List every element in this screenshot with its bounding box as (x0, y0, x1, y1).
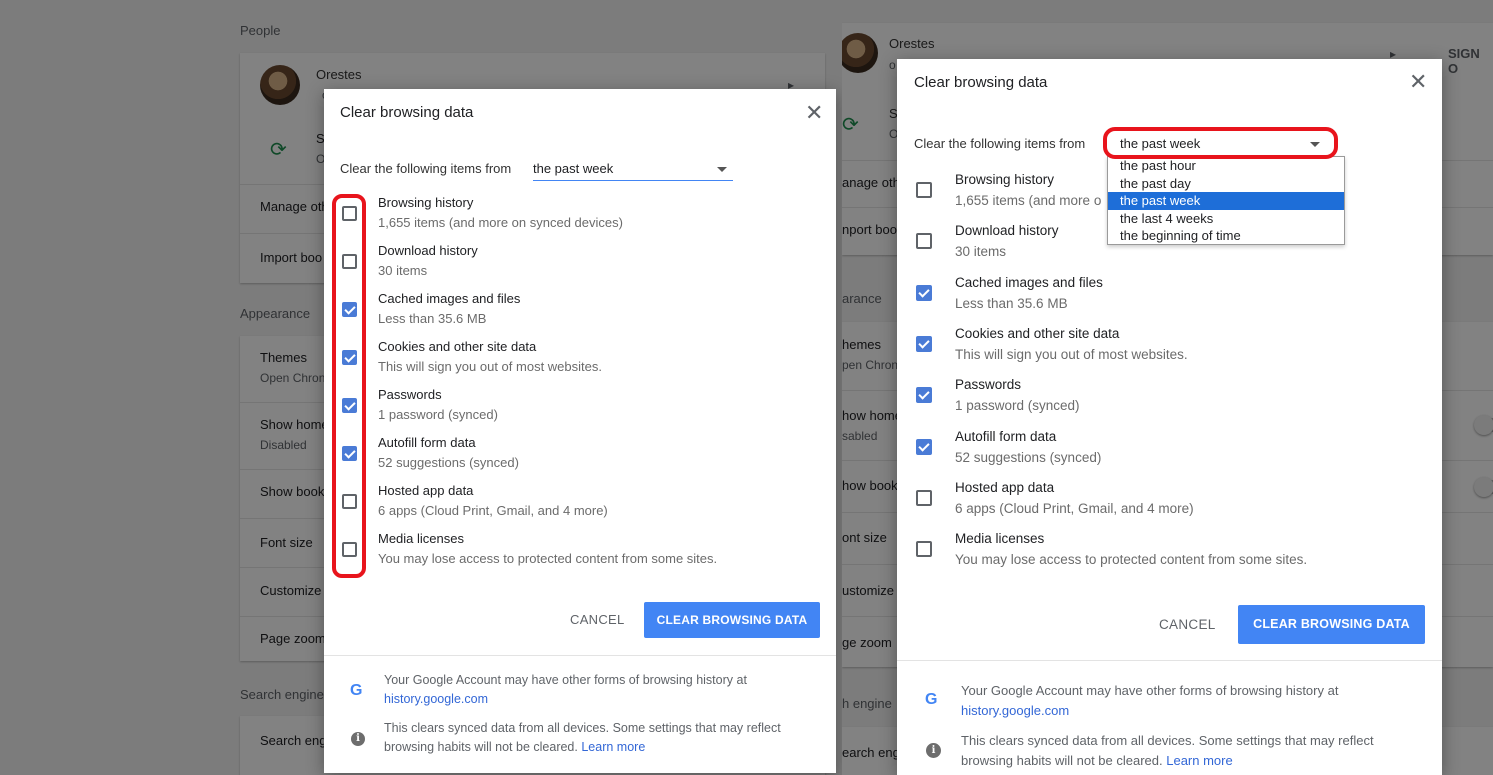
data-type-title: Cached images and files (378, 291, 521, 306)
data-type-subtitle: 52 suggestions (synced) (955, 449, 1102, 465)
data-type-subtitle: 1 password (synced) (378, 407, 498, 422)
data-type-title: Autofill form data (378, 435, 476, 450)
time-range-label: Clear the following items from (340, 161, 512, 176)
clear-browsing-data-button[interactable]: CLEAR BROWSING DATA (1238, 605, 1425, 644)
time-range-value: the past week (533, 161, 614, 176)
time-range-select[interactable]: the past week (533, 161, 733, 181)
time-range-label: Clear the following items from (914, 136, 1086, 151)
data-type-subtitle: 30 items (955, 244, 1007, 260)
data-type-subtitle: 1,655 items (and more o (955, 193, 1102, 208)
dropdown-arrow-icon (1310, 142, 1320, 147)
option-past-day[interactable]: the past day (1108, 175, 1344, 193)
time-range-select[interactable]: the past week (1120, 136, 1328, 156)
account-note-text: Your Google Account may have other forms… (961, 683, 1339, 698)
checkbox[interactable] (342, 350, 357, 365)
data-type-subtitle: You may lose access to protected content… (955, 552, 1308, 568)
clear-browsing-dialog-left: Clear browsing data ✕ Clear the followin… (324, 89, 836, 773)
data-type-title: Hosted app data (955, 479, 1055, 495)
data-type-subtitle: 1 password (synced) (955, 398, 1080, 414)
data-type-title: Media licenses (955, 531, 1045, 547)
learn-more-link[interactable]: Learn more (581, 740, 645, 754)
info-icon: i (926, 743, 941, 758)
sync-note: This clears synced data from all devices… (384, 719, 781, 757)
account-history-note: Your Google Account may have other forms… (384, 671, 747, 709)
clear-browsing-data-button[interactable]: CLEAR BROWSING DATA (644, 602, 820, 638)
sync-note-text-2: browsing habits will not be cleared. (384, 740, 578, 754)
checkbox[interactable] (916, 438, 932, 455)
checkbox[interactable] (342, 446, 357, 461)
data-type-subtitle: 52 suggestions (synced) (378, 455, 519, 470)
data-type-title: Cached images and files (955, 274, 1103, 290)
checkbox[interactable] (342, 254, 357, 269)
info-icon: i (351, 732, 365, 746)
data-type-subtitle: You may lose access to protected content… (378, 551, 718, 566)
history-google-link[interactable]: history.google.com (961, 703, 1069, 718)
checkbox[interactable] (342, 398, 357, 413)
data-type-title: Autofill form data (955, 428, 1057, 444)
google-icon: G (350, 682, 363, 699)
data-type-title: Browsing history (955, 172, 1055, 187)
option-past-hour[interactable]: the past hour (1108, 157, 1344, 175)
checkbox[interactable] (342, 206, 357, 221)
data-type-subtitle: Less than 35.6 MB (955, 295, 1068, 311)
option-past-week[interactable]: the past week (1108, 192, 1344, 210)
dialog-footer: G Your Google Account may have other for… (897, 660, 1442, 775)
dropdown-arrow-icon (717, 167, 727, 172)
data-type-title: Browsing history (378, 195, 474, 210)
history-google-link[interactable]: history.google.com (384, 692, 488, 706)
sync-note-text: This clears synced data from all devices… (384, 721, 781, 735)
account-history-note: Your Google Account may have other forms… (961, 681, 1338, 721)
checkbox[interactable] (916, 233, 932, 250)
data-type-title: Passwords (378, 387, 442, 402)
data-type-subtitle: 1,655 items (and more on synced devices) (378, 215, 623, 230)
option-last-4-weeks[interactable]: the last 4 weeks (1108, 210, 1344, 228)
data-type-subtitle: 6 apps (Cloud Print, Gmail, and 4 more) (955, 500, 1194, 516)
data-type-subtitle: 30 items (378, 263, 428, 278)
data-type-subtitle: 6 apps (Cloud Print, Gmail, and 4 more) (378, 503, 608, 518)
data-type-subtitle: This will sign you out of most websites. (378, 359, 602, 374)
close-icon[interactable]: ✕ (805, 102, 823, 124)
data-type-title: Passwords (955, 377, 1022, 393)
checkbox[interactable] (342, 494, 357, 509)
time-range-value: the past week (1120, 136, 1201, 151)
account-note-text: Your Google Account may have other forms… (384, 673, 747, 687)
cancel-button[interactable]: CANCEL (570, 612, 625, 627)
close-icon[interactable]: ✕ (1409, 71, 1427, 93)
data-type-title: Cookies and other site data (378, 339, 537, 354)
dialog-footer: G Your Google Account may have other for… (324, 655, 836, 773)
checkbox[interactable] (916, 387, 932, 404)
checkbox[interactable] (916, 489, 932, 506)
google-icon: G (925, 691, 938, 708)
data-type-subtitle: Less than 35.6 MB (378, 311, 487, 326)
data-type-title: Cookies and other site data (955, 325, 1120, 341)
checkbox[interactable] (916, 335, 932, 352)
cancel-button[interactable]: CANCEL (1159, 617, 1216, 632)
data-type-title: Download history (955, 223, 1059, 239)
dialog-title: Clear browsing data (914, 74, 1048, 91)
time-range-options: the past hour the past day the past week… (1107, 156, 1345, 245)
option-beginning-of-time[interactable]: the beginning of time (1108, 227, 1344, 245)
data-type-title: Download history (378, 243, 478, 258)
sync-note-text-2: browsing habits will not be cleared. (961, 753, 1163, 768)
checkbox[interactable] (342, 542, 357, 557)
checkbox[interactable] (916, 284, 932, 301)
data-type-title: Media licenses (378, 531, 464, 546)
checkbox[interactable] (916, 182, 932, 198)
dialog-title: Clear browsing data (340, 104, 474, 121)
checkbox[interactable] (916, 541, 932, 558)
data-type-title: Hosted app data (378, 483, 474, 498)
data-type-subtitle: This will sign you out of most websites. (955, 346, 1188, 362)
sync-note-text: This clears synced data from all devices… (961, 733, 1374, 748)
checkbox[interactable] (342, 302, 357, 317)
learn-more-link[interactable]: Learn more (1166, 753, 1232, 768)
sync-note: This clears synced data from all devices… (961, 731, 1374, 771)
